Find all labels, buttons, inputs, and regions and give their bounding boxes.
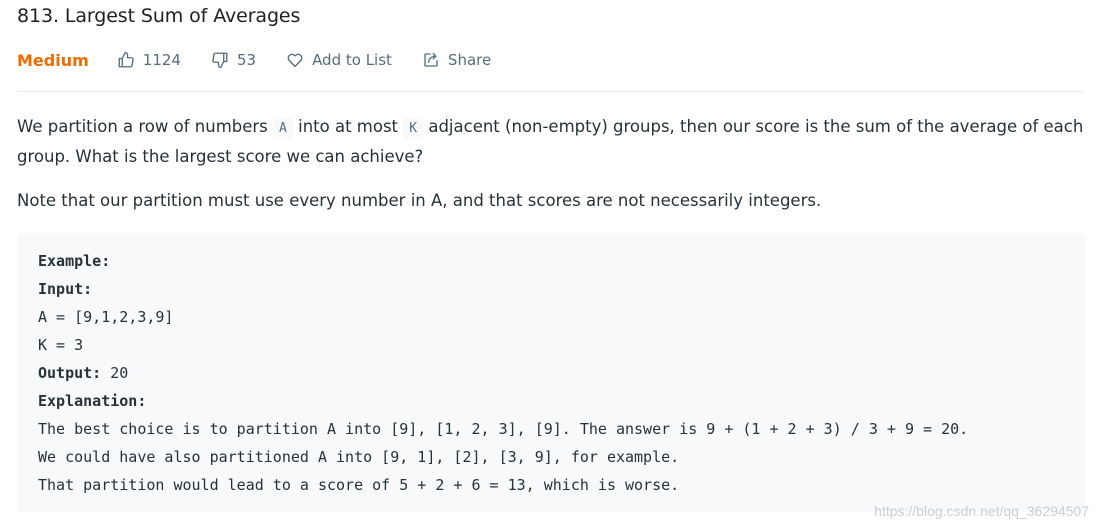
description-paragraph-1: We partition a row of numbers A into at …: [17, 113, 1085, 171]
explanation-line-3: That partition would lead to a score of …: [38, 476, 680, 494]
add-to-list-label: Add to List: [312, 51, 392, 69]
thumbs-down-icon: [212, 52, 228, 69]
heart-icon: [287, 53, 303, 68]
inline-code-a: A: [273, 118, 293, 139]
inline-code-k: K: [403, 118, 424, 139]
explanation-line-2: We could have also partitioned A into [9…: [38, 448, 680, 466]
example-label: Example:: [38, 252, 111, 270]
dislike-button[interactable]: 53: [211, 51, 256, 69]
dislike-count: 53: [236, 51, 257, 69]
share-icon: [424, 52, 438, 67]
desc-text-2: into at most: [292, 117, 404, 136]
input-label: Input:: [38, 280, 93, 298]
header-divider: [17, 91, 1085, 92]
add-to-list-button[interactable]: Add to List: [286, 51, 392, 69]
thumbs-up-icon: [118, 51, 134, 68]
output-value: 20: [101, 364, 129, 382]
description-paragraph-2: Note that our partition must use every n…: [17, 191, 822, 210]
share-label: Share: [447, 51, 492, 69]
desc-text-1: We partition a row of numbers: [17, 117, 274, 136]
explanation-line-1: The best choice is to partition A into […: [38, 420, 969, 438]
input-array: A = [9,1,2,3,9]: [38, 308, 174, 326]
input-k: K = 3: [38, 336, 84, 354]
output-label: Output:: [38, 364, 102, 382]
problem-meta-bar: Medium 1124 53 Add to List Share: [17, 46, 521, 74]
watermark: https://blog.csdn.net/qq_36294507: [874, 503, 1089, 519]
like-button[interactable]: 1124: [117, 51, 181, 69]
explanation-label: Explanation:: [38, 392, 147, 410]
share-button[interactable]: Share: [422, 51, 491, 69]
like-count: 1124: [142, 51, 181, 69]
difficulty-badge: Medium: [17, 50, 89, 70]
example-block: Example: Input: A = [9,1,2,3,9] K = 3 Ou…: [17, 233, 1085, 512]
problem-title: 813. Largest Sum of Averages: [17, 5, 301, 27]
